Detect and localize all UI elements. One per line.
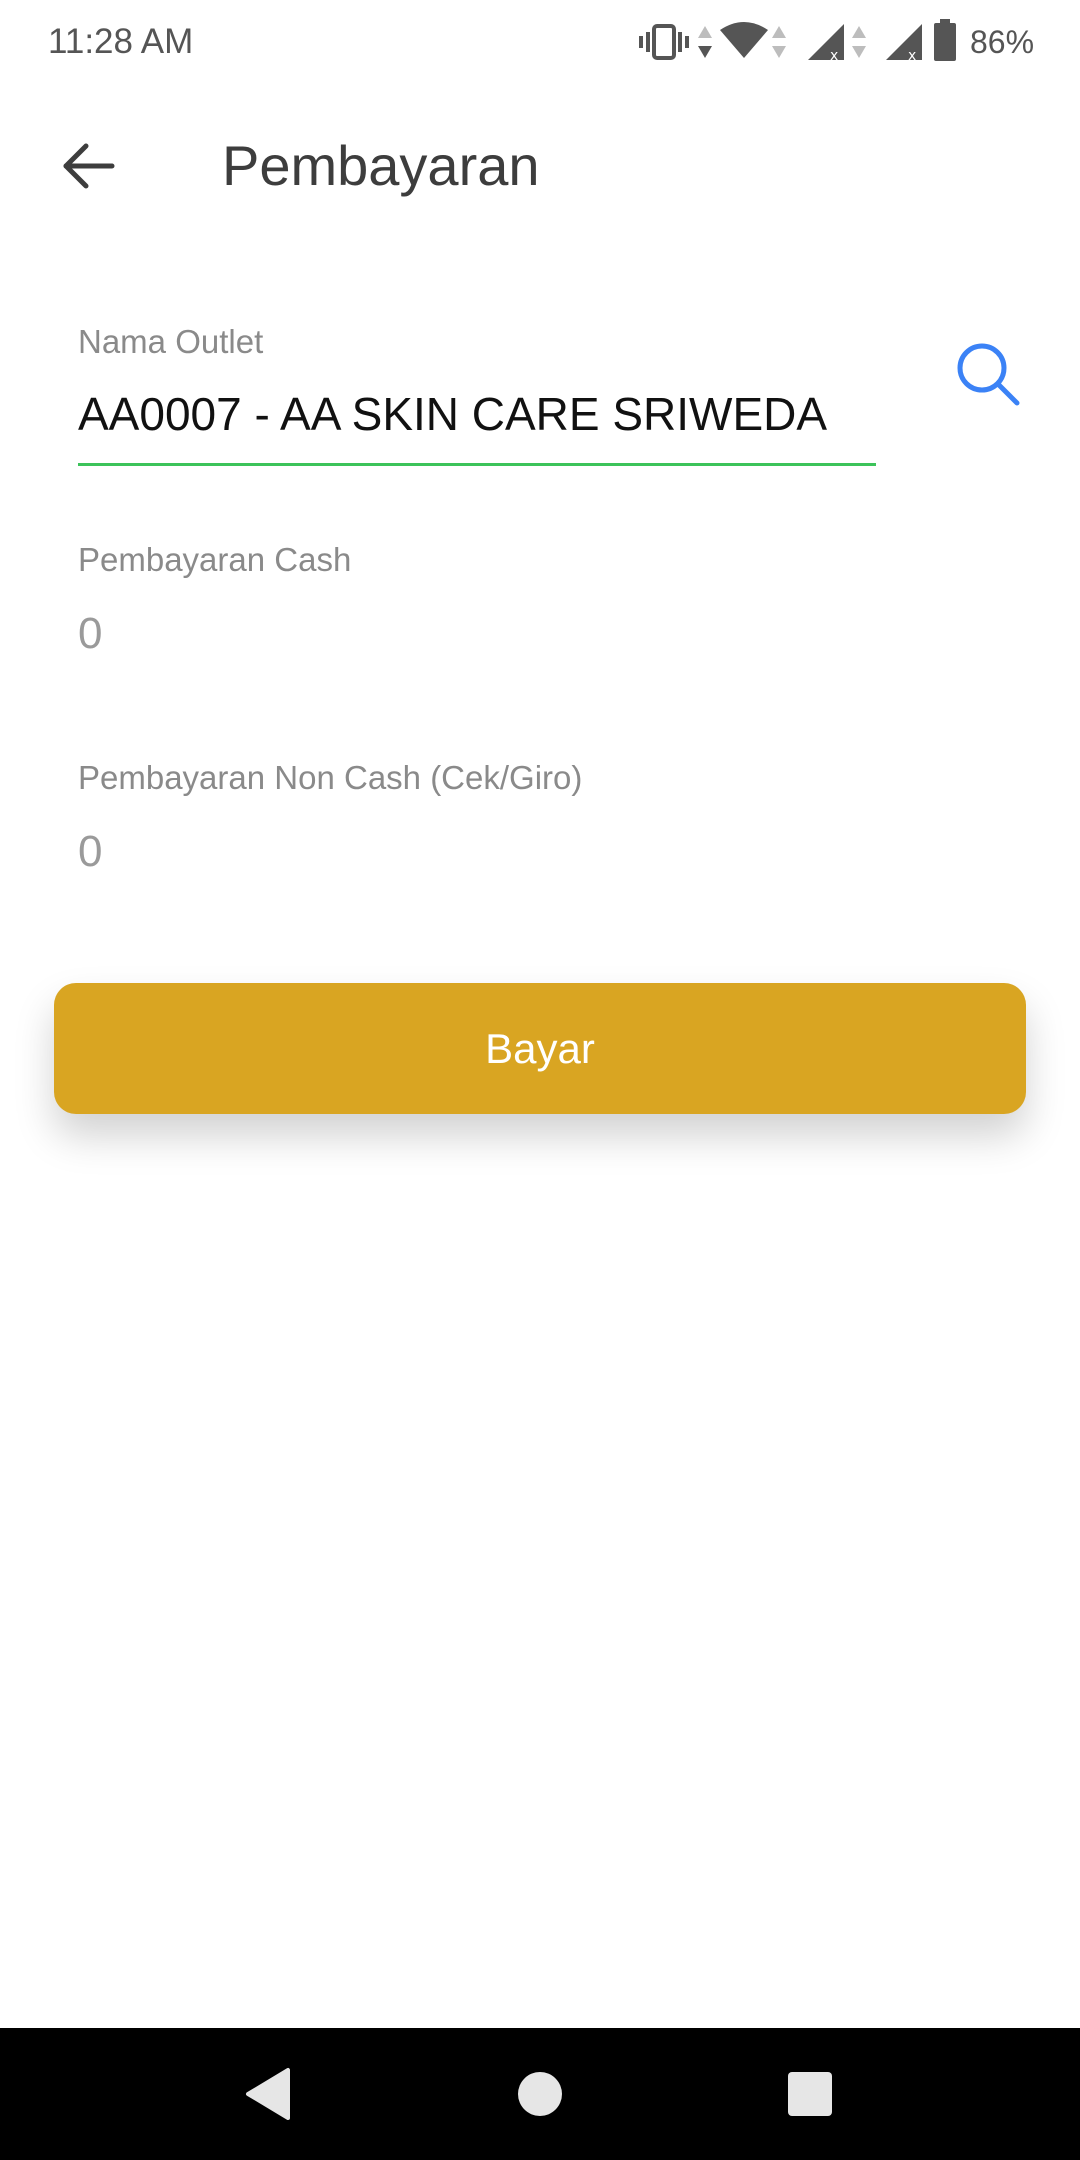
navigation-bar: [0, 2028, 1080, 2160]
nav-recents-button[interactable]: [770, 2054, 850, 2134]
cash-label: Pembayaran Cash: [78, 541, 352, 578]
battery-percent: 86%: [970, 24, 1035, 60]
pay-button-label: Bayar: [485, 1024, 595, 1072]
battery-icon: [934, 19, 956, 61]
screen: 11:28 AM x x 86% Pembayaran Nama Outlet …: [0, 0, 1080, 2160]
svg-text:x: x: [908, 48, 916, 62]
data-arrows-icon: [772, 26, 786, 58]
non-cash-input[interactable]: 0: [78, 824, 828, 880]
vibrate-icon: [639, 24, 689, 60]
data-arrows-icon: [698, 26, 712, 58]
status-bar: 11:28 AM x x 86%: [0, 0, 1080, 84]
nav-home-button[interactable]: [500, 2054, 580, 2134]
arrow-left-icon: [63, 143, 115, 189]
cash-input[interactable]: 0: [78, 606, 828, 662]
signal-no-service-icon: x: [886, 24, 922, 62]
signal-no-service-icon: x: [808, 24, 844, 62]
wifi-icon: [720, 22, 768, 58]
app-bar: Pembayaran: [0, 100, 1080, 232]
square-recents-icon: [788, 2072, 832, 2116]
pay-button[interactable]: Bayar: [54, 983, 1026, 1114]
triangle-back-icon: [246, 2068, 290, 2120]
status-time: 11:28 AM: [48, 22, 194, 61]
outlet-underline: [78, 463, 876, 466]
back-button[interactable]: [48, 130, 128, 202]
non-cash-label: Pembayaran Non Cash (Cek/Giro): [78, 759, 583, 796]
search-icon: [957, 343, 1020, 406]
svg-text:x: x: [830, 48, 838, 62]
non-cash-field: Pembayaran Non Cash (Cek/Giro) 0: [78, 758, 876, 888]
outlet-input[interactable]: AA0007 - AA SKIN CARE SRIWEDARI: [78, 386, 828, 442]
data-arrows-icon: [852, 26, 866, 58]
cash-field: Pembayaran Cash 0: [78, 540, 876, 670]
page-title: Pembayaran: [222, 134, 540, 197]
nav-back-button[interactable]: [228, 2054, 308, 2134]
search-outlet-button[interactable]: [948, 334, 1028, 414]
circle-home-icon: [518, 2072, 562, 2116]
